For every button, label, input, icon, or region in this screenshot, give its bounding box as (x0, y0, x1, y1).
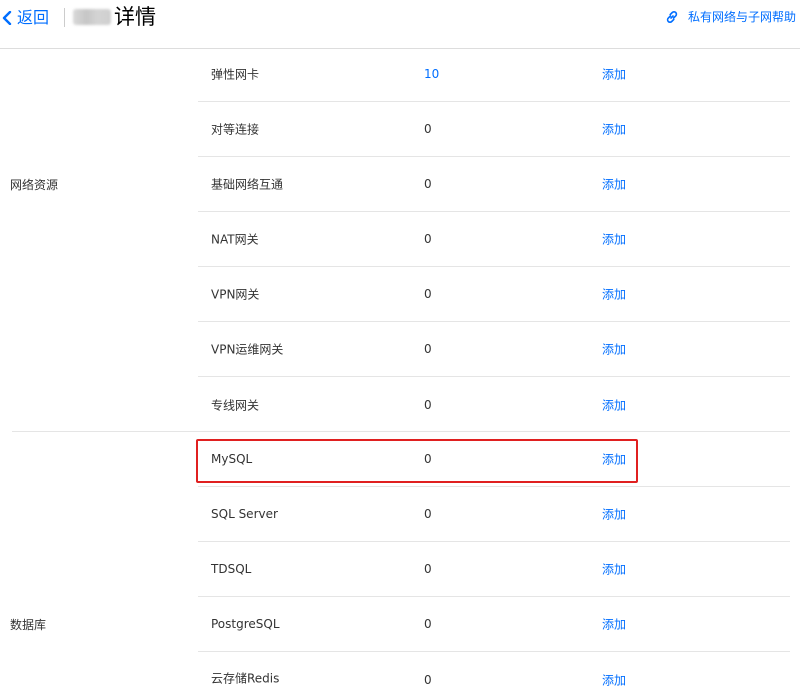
resource-count: 0 (424, 342, 432, 356)
resource-count: 0 (424, 232, 432, 246)
resource-count: 0 (424, 452, 432, 466)
header-divider (64, 8, 65, 27)
group-label-database: 数据库 (10, 618, 47, 632)
resource-count: 0 (424, 177, 432, 191)
resource-name: 弹性网卡 (211, 67, 260, 82)
resource-count: 0 (424, 397, 432, 412)
add-link[interactable]: 添加 (602, 231, 626, 248)
resource-count: 0 (424, 507, 432, 521)
add-link[interactable]: 添加 (602, 451, 626, 468)
group-label-network: 网络资源 (10, 178, 59, 192)
table-row: 基础网络互通 0 添加 (198, 157, 790, 212)
resource-name: MySQL (211, 452, 253, 466)
add-link[interactable]: 添加 (602, 616, 626, 633)
resource-count-link[interactable]: 10 (424, 67, 439, 81)
table-row: 云存储Redis 0 添加 (198, 652, 790, 697)
back-button[interactable]: 返回 (2, 7, 49, 29)
resource-table: 网络资源 弹性网卡 10 添加 对等连接 0 添加 基础网络互通 0 添加 NA… (0, 48, 800, 697)
add-link[interactable]: 添加 (602, 396, 626, 413)
help-link[interactable]: 私有网络与子网帮助 (665, 9, 796, 25)
resource-name: 对等连接 (211, 122, 260, 137)
resource-name: 云存储Redis (211, 671, 280, 686)
add-link[interactable]: 添加 (602, 561, 626, 578)
redacted-instance-name (73, 9, 111, 25)
table-row: NAT网关 0 添加 (198, 212, 790, 267)
table-row: MySQL 0 添加 (198, 432, 790, 487)
resource-name: NAT网关 (211, 232, 259, 247)
resource-name: TDSQL (211, 562, 252, 576)
help-label: 私有网络与子网帮助 (687, 10, 796, 24)
page-title: 详情 (114, 5, 156, 29)
resource-name: 基础网络互通 (211, 177, 284, 192)
resource-count: 0 (424, 122, 432, 136)
resource-count: 0 (424, 562, 432, 576)
resource-name: VPN运维网关 (211, 342, 284, 357)
table-row: VPN网关 0 添加 (198, 267, 790, 322)
table-row: 弹性网卡 10 添加 (198, 47, 790, 102)
add-link[interactable]: 添加 (602, 286, 626, 303)
add-link[interactable]: 添加 (602, 176, 626, 193)
resource-name: 专线网关 (211, 398, 260, 412)
table-row: TDSQL 0 添加 (198, 542, 790, 597)
table-row: 对等连接 0 添加 (198, 102, 790, 157)
resource-count: 0 (424, 673, 432, 687)
add-link[interactable]: 添加 (602, 672, 626, 689)
table-row: 专线网关 0 添加 (198, 377, 790, 432)
table-row: SQL Server 0 添加 (198, 487, 790, 542)
table-row: PostgreSQL 0 添加 (198, 597, 790, 652)
resource-name: SQL Server (211, 507, 278, 521)
table-row: VPN运维网关 0 添加 (198, 322, 790, 377)
resource-count: 0 (424, 617, 432, 631)
add-link[interactable]: 添加 (602, 121, 626, 138)
resource-name: PostgreSQL (211, 617, 280, 631)
link-icon (666, 11, 678, 23)
chevron-left-icon (2, 11, 12, 25)
resource-count: 0 (424, 287, 432, 301)
add-link[interactable]: 添加 (602, 506, 626, 523)
add-link[interactable]: 添加 (602, 341, 626, 358)
add-link[interactable]: 添加 (602, 66, 626, 83)
resource-name: VPN网关 (211, 287, 260, 302)
back-label: 返回 (17, 8, 50, 27)
page-header: 返回 详情 私有网络与子网帮助 (0, 0, 800, 49)
